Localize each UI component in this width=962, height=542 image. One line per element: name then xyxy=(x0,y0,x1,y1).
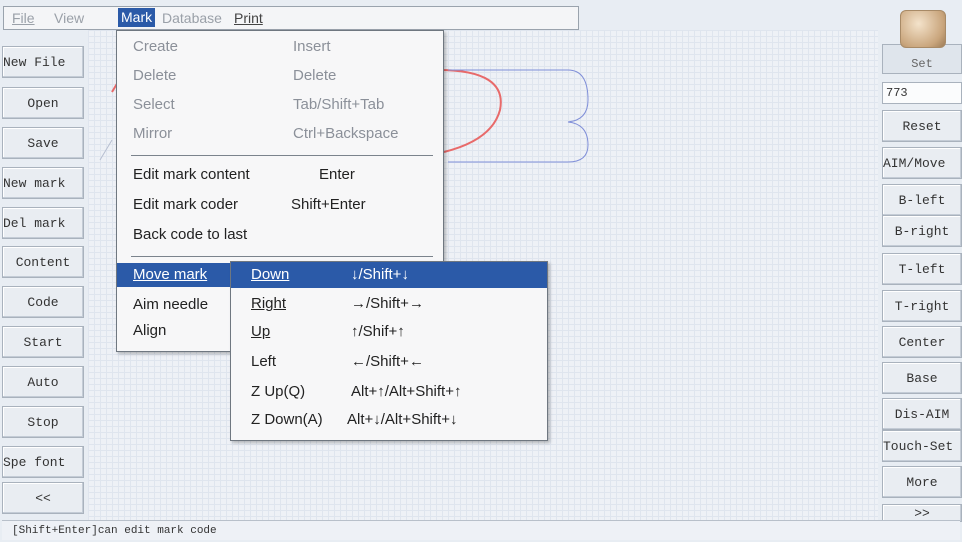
aim-move-button[interactable]: AIM/Move xyxy=(882,147,962,179)
menu-file[interactable]: File xyxy=(12,10,35,26)
menu-item-shortcut: Insert xyxy=(293,38,331,55)
machine-logo-icon xyxy=(900,10,946,48)
base-button[interactable]: Base xyxy=(882,362,962,394)
menu-item-delete[interactable]: Delete Delete xyxy=(117,64,443,88)
b-left-button[interactable]: B-left xyxy=(882,184,962,216)
status-bar: [Shift+Enter]can edit mark code xyxy=(2,520,960,540)
mark-glyph-red xyxy=(437,69,502,153)
menu-bar: File View Mark Database Print xyxy=(3,6,579,30)
set-button[interactable]: Set xyxy=(882,44,962,74)
new-file-button[interactable]: New File xyxy=(2,46,84,78)
more-button[interactable]: More xyxy=(882,466,962,498)
submenu-item-z-up[interactable]: Z Up(Q) Alt+↑/Alt+Shift+↑ xyxy=(231,380,547,404)
menu-item-label: Edit mark coder xyxy=(133,196,239,213)
submenu-item-z-down[interactable]: Z Down(A) Alt+↓/Alt+Shift+↓ xyxy=(231,408,547,432)
menu-item-shortcut: ←/Shift+← xyxy=(351,353,424,370)
menu-item-select[interactable]: Select Tab/Shift+Tab xyxy=(117,93,443,117)
menu-item-shortcut: Enter xyxy=(319,166,355,183)
menu-item-label: Select xyxy=(133,96,175,113)
menu-item-label: Up xyxy=(251,323,271,340)
t-right-button[interactable]: T-right xyxy=(882,290,962,322)
start-button[interactable]: Start xyxy=(2,326,84,358)
touch-set-button[interactable]: Touch-Set xyxy=(882,430,962,462)
menu-item-shortcut: Tab/Shift+Tab xyxy=(293,96,385,113)
coordinate-field[interactable]: 773 xyxy=(882,82,962,104)
move-mark-submenu: Down ↓/Shift+↓ Right →/Shift+→ Up ↑/Shif… xyxy=(230,261,548,441)
menu-item-label: Z Up(Q) xyxy=(251,383,306,400)
menu-mark[interactable]: Mark xyxy=(118,8,156,27)
menu-item-label: Right xyxy=(251,295,287,312)
menu-item-aim-needle[interactable]: Aim needle xyxy=(117,293,233,317)
menu-item-shortcut: Shift+Enter xyxy=(291,196,366,213)
menu-item-label: Back code to last xyxy=(133,226,248,243)
menu-item-shortcut: ↓/Shift+↓ xyxy=(351,266,409,283)
menu-item-shortcut: Delete xyxy=(293,67,337,84)
content-button[interactable]: Content xyxy=(2,246,84,278)
menu-item-label: Create xyxy=(133,38,179,55)
submenu-item-left[interactable]: Left ←/Shift+← xyxy=(231,350,547,374)
menu-separator xyxy=(131,155,433,156)
center-button[interactable]: Center xyxy=(882,326,962,358)
menu-item-shortcut: Alt+↑/Alt+Shift+↑ xyxy=(351,383,462,400)
menu-item-align[interactable]: Align xyxy=(117,319,233,343)
code-button[interactable]: Code xyxy=(2,286,84,318)
dis-aim-button[interactable]: Dis-AIM xyxy=(882,398,962,430)
open-button[interactable]: Open xyxy=(2,87,84,119)
save-button[interactable]: Save xyxy=(2,127,84,159)
menu-item-create[interactable]: Create Insert xyxy=(117,35,443,59)
menu-item-label: Aim needle xyxy=(133,296,209,313)
menu-item-back-code[interactable]: Back code to last xyxy=(117,223,443,247)
menu-item-edit-coder[interactable]: Edit mark coder Shift+Enter xyxy=(117,193,443,217)
menu-item-shortcut: →/Shift+→ xyxy=(351,295,424,312)
menu-item-move-mark[interactable]: Move mark xyxy=(117,263,233,287)
spe-font-button[interactable]: Spe font xyxy=(2,446,84,478)
mark-glyph-fragment xyxy=(99,139,113,161)
t-left-button[interactable]: T-left xyxy=(882,253,962,285)
new-mark-button[interactable]: New mark xyxy=(2,167,84,199)
stop-button[interactable]: Stop xyxy=(2,406,84,438)
menu-item-shortcut: ↑/Shif+↑ xyxy=(351,323,405,340)
menu-item-label: Down xyxy=(251,266,290,283)
submenu-item-right[interactable]: Right →/Shift+→ xyxy=(231,292,547,316)
menu-item-label: Edit mark content xyxy=(133,166,250,183)
menu-separator xyxy=(131,256,433,257)
menu-item-label: Left xyxy=(251,353,277,370)
auto-button[interactable]: Auto xyxy=(2,366,84,398)
del-mark-button[interactable]: Del mark xyxy=(2,207,84,239)
menu-item-label: Delete xyxy=(133,67,177,84)
menu-database[interactable]: Database xyxy=(162,10,222,26)
menu-item-label: Mirror xyxy=(133,125,173,142)
menu-item-label: Align xyxy=(133,322,167,339)
reset-button[interactable]: Reset xyxy=(882,110,962,142)
menu-item-shortcut: Alt+↓/Alt+Shift+↓ xyxy=(347,411,458,428)
menu-item-edit-content[interactable]: Edit mark content Enter xyxy=(117,163,443,187)
mark-glyph-blue xyxy=(448,69,589,163)
submenu-item-up[interactable]: Up ↑/Shif+↑ xyxy=(231,320,547,344)
submenu-item-down[interactable]: Down ↓/Shift+↓ xyxy=(231,262,547,288)
menu-item-label: Z Down(A) xyxy=(251,411,323,428)
menu-view[interactable]: View xyxy=(54,10,84,26)
menu-item-label: Move mark xyxy=(133,266,208,283)
b-right-button[interactable]: B-right xyxy=(882,215,962,247)
menu-item-shortcut: Ctrl+Backspace xyxy=(293,125,399,142)
menu-print[interactable]: Print xyxy=(234,10,263,26)
collapse-button[interactable]: << xyxy=(2,482,84,514)
menu-item-mirror[interactable]: Mirror Ctrl+Backspace xyxy=(117,122,443,146)
